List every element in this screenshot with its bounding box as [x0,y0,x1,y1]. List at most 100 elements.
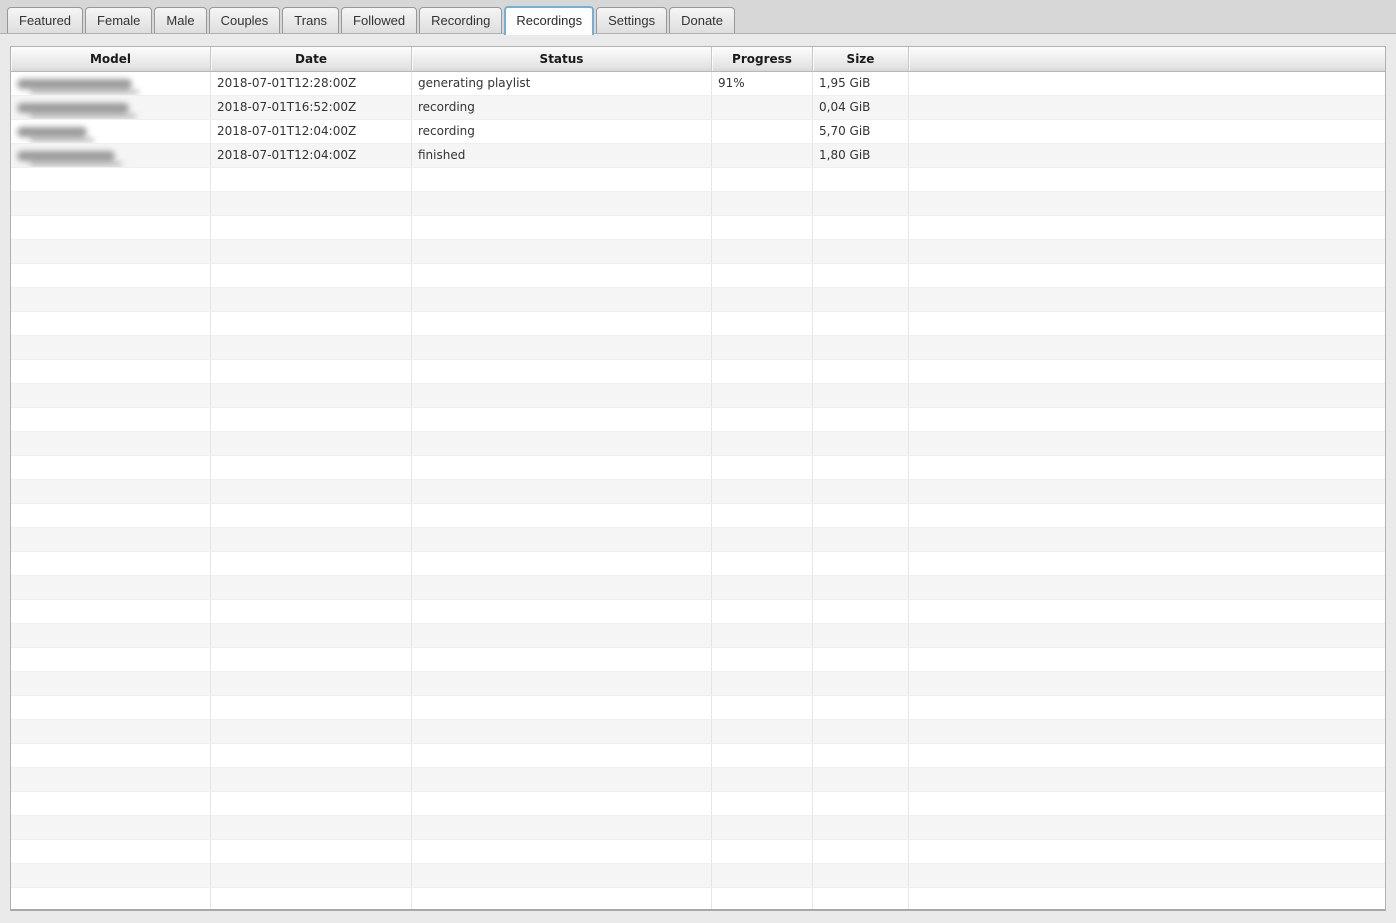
cell-model [11,624,211,647]
cell-size [813,720,909,743]
cell-progress [712,864,813,887]
tab-couples[interactable]: Couples [208,7,281,33]
cell-size [813,360,909,383]
tab-followed[interactable]: Followed [341,7,418,33]
column-header-status[interactable]: Status [412,47,712,71]
column-header-date[interactable]: Date [211,47,412,71]
cell-status: generating playlist [412,72,712,95]
cell-model [11,840,211,863]
cell-size: 0,04 GiB [813,96,909,119]
cell-filler [909,96,1385,119]
cell-progress [712,744,813,767]
column-header-size[interactable]: Size [813,47,909,71]
cell-model [11,480,211,503]
table-row-empty [11,600,1385,624]
table-row-empty [11,552,1385,576]
tab-donate[interactable]: Donate [669,7,736,33]
table-row-empty [11,720,1385,744]
cell-date [211,792,412,815]
cell-filler [909,576,1385,599]
table-row-empty [11,792,1385,816]
cell-status [412,240,712,263]
cell-status [412,456,712,479]
cell-model [11,768,211,791]
cell-size [813,480,909,503]
cell-model [11,192,211,215]
cell-status [412,816,712,839]
cell-model [11,648,211,671]
cell-progress [712,648,813,671]
cell-date [211,504,412,527]
cell-status [412,360,712,383]
cell-progress [712,96,813,119]
table-row[interactable]: 2018-07-01T12:04:00Z recording 5,70 GiB [11,120,1385,144]
cell-date [211,840,412,863]
tab-female[interactable]: Female [85,7,153,33]
cell-date [211,528,412,551]
table-row-empty [11,696,1385,720]
cell-filler [909,312,1385,335]
cell-filler [909,192,1385,215]
cell-date [211,768,412,791]
tab-recordings[interactable]: Recordings [504,6,595,35]
cell-model [11,504,211,527]
cell-status [412,168,712,191]
cell-filler [909,480,1385,503]
cell-filler [909,456,1385,479]
tab-featured[interactable]: Featured [7,7,84,33]
cell-model [11,888,211,909]
cell-model [11,216,211,239]
table-row-empty [11,216,1385,240]
cell-model [11,816,211,839]
cell-filler [909,816,1385,839]
cell-progress [712,144,813,167]
cell-size [813,624,909,647]
cell-size [813,264,909,287]
cell-status [412,576,712,599]
cell-model [11,600,211,623]
table-row-empty [11,456,1385,480]
cell-progress [712,264,813,287]
cell-date [211,432,412,455]
column-header-model[interactable]: Model [11,47,211,71]
cell-model [11,864,211,887]
cell-size: 1,95 GiB [813,72,909,95]
cell-filler [909,288,1385,311]
cell-date [211,264,412,287]
cell-status: recording [412,96,712,119]
cell-model [11,552,211,575]
cell-filler [909,600,1385,623]
table-header-row: Model Date Status Progress Size [11,47,1385,72]
cell-size [813,384,909,407]
cell-progress [712,168,813,191]
table-row-empty [11,480,1385,504]
table-row[interactable]: 2018-07-01T16:52:00Z recording 0,04 GiB [11,96,1385,120]
cell-filler [909,72,1385,95]
tab-recording[interactable]: Recording [419,7,503,33]
cell-filler [909,408,1385,431]
cell-status [412,600,712,623]
cell-size [813,432,909,455]
cell-progress [712,576,813,599]
tab-trans[interactable]: Trans [282,7,340,33]
tab-settings[interactable]: Settings [596,7,668,33]
table-row[interactable]: 2018-07-01T12:04:00Z finished 1,80 GiB [11,144,1385,168]
cell-filler [909,240,1385,263]
cell-model [11,360,211,383]
cell-progress [712,120,813,143]
cell-status [412,192,712,215]
cell-date [211,864,412,887]
cell-date [211,672,412,695]
cell-size [813,696,909,719]
cell-progress [712,888,813,909]
tab-bar: Featured Female Male Couples Trans Follo… [0,0,1396,35]
cell-size [813,840,909,863]
tab-male[interactable]: Male [154,7,207,33]
column-header-progress[interactable]: Progress [712,47,813,71]
cell-model [11,240,211,263]
cell-date [211,192,412,215]
cell-date [211,888,412,909]
cell-date [211,456,412,479]
cell-size [813,792,909,815]
table-row[interactable]: 2018-07-01T12:28:00Z generating playlist 9… [11,72,1385,96]
